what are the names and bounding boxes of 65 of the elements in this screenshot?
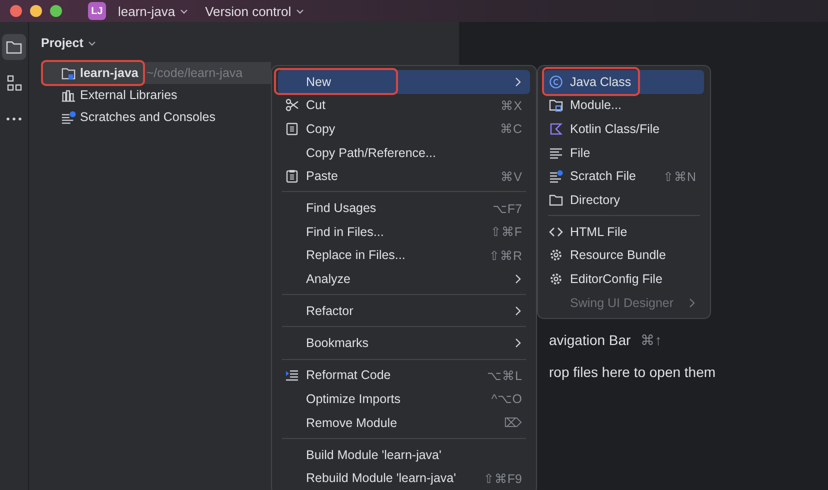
chevron-right-icon [514,306,522,316]
module-folder-icon [61,66,76,80]
project-switcher[interactable]: learn-java [114,4,194,18]
chevron-right-icon [514,338,522,348]
menu-item[interactable]: Reformat Code ⌥⌘L [278,364,530,388]
editor-hint: rop files here to open them [549,364,716,382]
menu-item[interactable]: Cut ⌘X [278,94,530,118]
tree-item-label: Scratches and Consoles [80,110,216,124]
tree-item[interactable]: External Libraries [41,84,271,106]
version-control-menu[interactable]: Version control [201,4,310,18]
reformat-icon [285,368,299,382]
chevron-right-icon [688,298,696,308]
gear-icon [549,272,563,286]
menu-item[interactable]: Analyze [278,267,530,291]
chevron-right-icon [514,76,522,87]
menu-item[interactable]: Copy ⌘C [278,117,530,141]
menu-item[interactable]: EditorConfig File [544,267,704,291]
close-window-button[interactable] [10,5,22,17]
menu-item[interactable]: Scratch File ⇧⌘N [544,164,704,188]
editor-hint: avigation Bar [549,332,631,350]
menu-item[interactable]: Directory [544,188,704,212]
module-folder-icon [549,98,563,112]
class-icon [549,74,563,89]
copy-icon [285,122,299,136]
clipboard-icon [285,169,299,184]
menu-item[interactable]: Kotlin Class/File [544,117,704,141]
menu-item[interactable]: HTML File [544,220,704,244]
kotlin-icon [549,122,563,136]
menu-item[interactable]: Java Class [544,70,704,94]
shortcut-label: ⌘↑ [640,332,662,350]
menu-item[interactable]: Remove Module ⌦ [278,410,530,434]
menu-item[interactable]: Find Usages ⌥F7 [278,196,530,220]
menu-item[interactable]: Replace in Files... ⇧⌘R [278,244,530,268]
code-icon [549,224,563,239]
menu-item[interactable]: Find in Files... ⇧⌘F [278,220,530,244]
scissors-icon [285,98,299,112]
tree-item-label: learn-java [80,66,138,80]
tree-item[interactable]: learn-java ~/code/learn-java [41,62,271,84]
menu-item[interactable]: File [544,140,704,164]
gear-icon [549,248,563,262]
structure-icon [5,74,23,92]
project-badge: LJ [88,2,106,20]
scratch-icon [549,169,563,184]
menu-item[interactable]: Bookmarks [278,331,530,356]
library-icon [61,88,76,102]
tree-item[interactable]: Scratches and Consoles [41,106,271,128]
menu-item[interactable]: Paste ⌘V [278,164,530,188]
menu-item[interactable]: Refactor [278,299,530,323]
menu-item[interactable]: Copy Path/Reference... [278,140,530,164]
tree-item-label: External Libraries [80,88,178,102]
project-tool-button[interactable] [2,34,26,60]
menu-item[interactable]: Module... [544,94,704,118]
menu-item[interactable]: Optimize Imports ^⌥O [278,387,530,411]
file-icon [549,146,563,160]
menu-item[interactable]: Resource Bundle [544,244,704,268]
menu-item[interactable]: Rebuild Module 'learn-java' ⇧⌘F9 [278,466,530,490]
tree-item-path: ~/code/learn-java [146,66,243,80]
minimize-window-button[interactable] [30,5,42,17]
folder-icon [549,192,563,207]
more-icon [5,116,23,122]
project-view-selector[interactable]: Project [41,36,98,50]
chevron-right-icon [514,274,522,284]
scratch-icon [61,110,76,124]
menu-item[interactable]: Build Module 'learn-java' [278,442,530,466]
zoom-window-button[interactable] [50,5,62,17]
